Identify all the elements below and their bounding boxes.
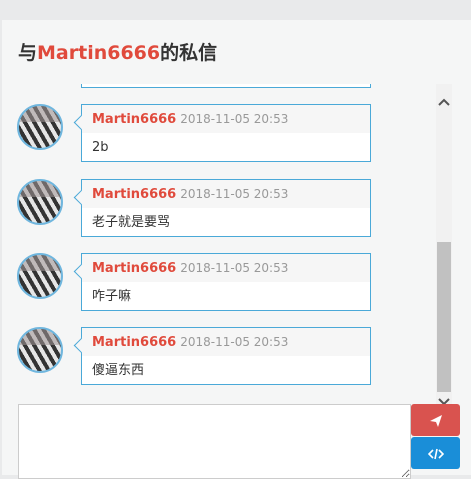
code-button[interactable]	[411, 437, 460, 469]
avatar[interactable]	[17, 253, 63, 299]
message-bubble: Martin6666 2018-11-05 20:53 老子就是要骂	[81, 179, 371, 237]
message-scrollbar[interactable]	[436, 84, 452, 412]
message-time: 2018-11-05 20:53	[180, 112, 289, 126]
message-list[interactable]: Martin6666 2018-11-05 20:53 2b Martin6666…	[2, 84, 434, 414]
avatar[interactable]	[17, 327, 63, 373]
chevron-up-icon[interactable]	[436, 94, 452, 112]
previous-message-bubble	[81, 84, 371, 88]
message-text: 咋子嘛	[92, 289, 132, 304]
avatar[interactable]	[17, 179, 63, 225]
avatar[interactable]	[17, 104, 63, 150]
message-text: 2b	[92, 140, 109, 155]
message-author[interactable]: Martin6666	[92, 112, 176, 127]
message-text: 傻逼东西	[92, 363, 145, 378]
message-text: 老子就是要骂	[92, 215, 171, 230]
dialog-title: 与Martin6666的私信	[18, 42, 218, 64]
message-item: Martin6666 2018-11-05 20:53 老子就是要骂	[2, 179, 434, 239]
message-author[interactable]: Martin6666	[92, 335, 176, 350]
private-message-dialog: 与Martin6666的私信 Martin6666 2018-11-05 20:5…	[2, 20, 471, 479]
message-bubble: Martin6666 2018-11-05 20:53 咋子嘛	[81, 253, 371, 311]
code-icon	[427, 448, 444, 459]
message-item: Martin6666 2018-11-05 20:53 2b	[2, 104, 434, 164]
send-button[interactable]	[411, 404, 460, 436]
message-time: 2018-11-05 20:53	[180, 187, 289, 201]
message-bubble: Martin6666 2018-11-05 20:53 傻逼东西	[81, 327, 371, 385]
message-author[interactable]: Martin6666	[92, 187, 176, 202]
message-bubble: Martin6666 2018-11-05 20:53 2b	[81, 104, 371, 162]
message-time: 2018-11-05 20:53	[180, 335, 289, 349]
scrollbar-thumb[interactable]	[437, 242, 451, 392]
message-item: Martin6666 2018-11-05 20:53 傻逼东西	[2, 327, 434, 387]
message-time: 2018-11-05 20:53	[180, 261, 289, 275]
message-item: Martin6666 2018-11-05 20:53 咋子嘛	[2, 253, 434, 313]
title-username: Martin6666	[37, 42, 161, 64]
paper-plane-icon	[429, 414, 442, 427]
message-author[interactable]: Martin6666	[92, 261, 176, 276]
message-input[interactable]	[18, 404, 411, 479]
